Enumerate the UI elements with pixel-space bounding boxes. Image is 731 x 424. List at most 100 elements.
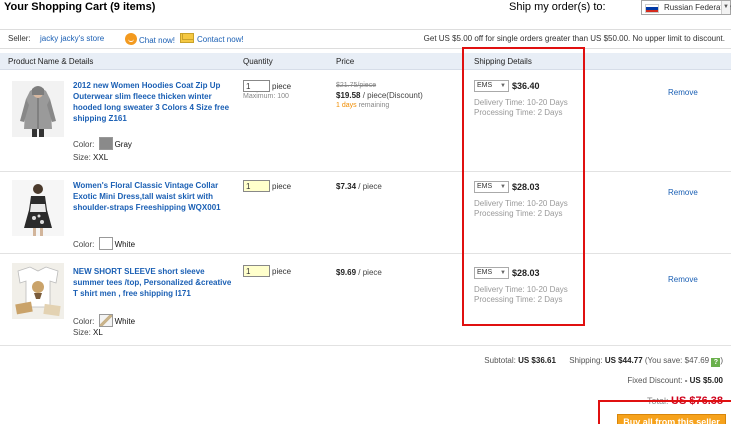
color-swatch (98, 137, 113, 150)
color-label: Color: (73, 317, 95, 326)
remove-link[interactable]: Remove (668, 188, 698, 197)
subtotal-label: Subtotal: (484, 356, 516, 365)
color-value: White (114, 317, 136, 326)
product-title-link[interactable]: NEW SHORT SLEEVE short sleeve summer tee… (73, 266, 235, 299)
chevron-down-icon: ▼ (500, 184, 506, 190)
shipping-method-value: EMS (477, 183, 493, 190)
color-value: Gray (114, 140, 132, 149)
quantity-input[interactable]: 1 (243, 80, 270, 92)
cart-header: Your Shopping Cart (9 items) Ship my ord… (0, 0, 731, 18)
shipping-cell: EMS ▼ $28.03 Delivery Time: 10-20 Days Proc… (474, 267, 568, 305)
shipping-cost: $28.03 (512, 182, 540, 192)
quantity-input[interactable]: 1 (243, 180, 270, 192)
quantity-unit: piece (272, 266, 292, 276)
discount-remaining: remaining (358, 102, 390, 109)
price-suffix: / piece (358, 268, 382, 277)
fixed-discount-line: Fixed Discount: - US $5.00 (627, 376, 723, 385)
unit-price: $7.34 (336, 182, 357, 191)
size-label: Size: (73, 153, 91, 162)
shipping-method-value: EMS (477, 269, 493, 276)
shipping-cell: EMS ▼ $28.03 Delivery Time: 10-20 Days Proc… (474, 181, 568, 219)
shipping-total-value: US $44.77 (604, 356, 643, 365)
seller-store-link[interactable]: jacky jacky's store (40, 30, 104, 48)
chat-now-link[interactable]: Chat now! (125, 33, 175, 47)
order-summary-line: Subtotal: US $36.61 Shipping: US $44.77 … (484, 356, 723, 367)
fixed-discount-label: Fixed Discount: (627, 376, 683, 385)
chat-now-label: Chat now! (139, 36, 176, 45)
envelope-icon (180, 33, 194, 43)
ship-to-label: Ship my order(s) to: (509, 1, 606, 13)
shipping-label: Shipping: (569, 356, 603, 365)
color-label: Color: (73, 240, 95, 249)
product-title-link[interactable]: 2012 new Women Hoodies Coat Zip Up Outer… (73, 80, 235, 124)
shipping-method-select[interactable]: EMS ▼ (474, 181, 509, 193)
delivery-time: Delivery Time: 10-20 Days (474, 98, 568, 107)
seller-promo-text: Get US $5.00 off for single orders great… (423, 34, 725, 43)
quantity-cell: 1 piece (243, 265, 291, 277)
page-title: Your Shopping Cart (9 items) (4, 1, 156, 13)
quantity-cell: 1 piece (243, 180, 291, 192)
product-color: Color: Gray (73, 137, 132, 150)
product-title-link[interactable]: Women's Floral Classic Vintage Collar Ex… (73, 180, 235, 213)
russia-flag-icon (645, 4, 659, 13)
product-thumbnail[interactable] (12, 81, 64, 137)
remove-link[interactable]: Remove (668, 275, 698, 284)
col-header-price: Price (336, 57, 355, 66)
col-header-shipping: Shipping Details (474, 57, 532, 66)
chevron-down-icon[interactable]: ▼ (721, 1, 730, 14)
you-save-text: (You save: $47.69 (644, 356, 710, 365)
color-label: Color: (73, 140, 95, 149)
total-label: Total: (646, 396, 669, 406)
subtotal-value: US $36.61 (518, 356, 556, 365)
shipping-method-select[interactable]: EMS ▼ (474, 267, 509, 279)
total-value: US $76.38 (671, 395, 723, 407)
product-thumbnail[interactable] (12, 263, 64, 319)
cart-item-row: Women's Floral Classic Vintage Collar Ex… (0, 172, 731, 254)
original-price: $21.75/piece (336, 82, 377, 89)
shipping-cost: $36.40 (512, 81, 540, 91)
color-swatch (98, 314, 113, 327)
col-header-product: Product Name & Details (8, 57, 94, 66)
product-thumbnail[interactable] (12, 180, 64, 236)
price-suffix: / piece (358, 182, 382, 191)
chevron-down-icon: ▼ (500, 83, 506, 89)
seller-bar: Seller: jacky jacky's store Chat now! Co… (0, 29, 731, 49)
quantity-unit: piece (272, 81, 292, 91)
color-swatch (98, 237, 113, 250)
price-cell: $7.34 / piece (336, 182, 382, 192)
chevron-down-icon: ▼ (500, 270, 506, 276)
cart-item-row: NEW SHORT SLEEVE short sleeve summer tee… (0, 254, 731, 346)
quantity-input[interactable]: 1 (243, 265, 270, 277)
delivery-time: Delivery Time: 10-20 Days (474, 285, 568, 294)
shipping-cell: EMS ▼ $36.40 Delivery Time: 10-20 Days Proc… (474, 80, 568, 118)
country-select[interactable]: Russian Federation ▼ (641, 0, 731, 15)
help-icon[interactable]: ? (711, 358, 721, 367)
price-cell: $21.75/piece $19.58 / piece(Discount) 1 … (336, 81, 423, 111)
size-value: XXL (93, 153, 109, 162)
quantity-cell: 1 piece Maximum: 100 (243, 80, 291, 100)
discount-days: 1 days (336, 102, 357, 109)
delivery-time: Delivery Time: 10-20 Days (474, 199, 568, 208)
processing-time: Processing Time: 2 Days (474, 108, 563, 117)
unit-price: $9.69 (336, 268, 357, 277)
price-cell: $9.69 / piece (336, 268, 382, 278)
quantity-unit: piece (272, 181, 292, 191)
buy-all-button[interactable]: Buy all from this seller (617, 414, 726, 424)
size-label: Size: (73, 328, 91, 337)
cart-item-row: 2012 new Women Hoodies Coat Zip Up Outer… (0, 71, 731, 172)
product-size: Size: XL (73, 327, 103, 338)
contact-now-label: Contact now! (197, 35, 244, 44)
quantity-max: Maximum: 100 (243, 93, 289, 100)
contact-now-link[interactable]: Contact now! (180, 33, 244, 46)
order-total-line: Total: US $76.38 (647, 395, 723, 407)
shipping-method-select[interactable]: EMS ▼ (474, 80, 509, 92)
color-value: White (114, 240, 136, 249)
processing-time: Processing Time: 2 Days (474, 209, 563, 218)
product-color: Color: White (73, 314, 135, 327)
remove-link[interactable]: Remove (668, 88, 698, 97)
fixed-discount-value: - US $5.00 (684, 376, 723, 385)
size-value: XL (93, 328, 103, 337)
unit-price: $19.58 (336, 91, 361, 100)
you-save-close: ) (720, 356, 723, 365)
price-suffix: / piece(Discount) (362, 91, 423, 100)
